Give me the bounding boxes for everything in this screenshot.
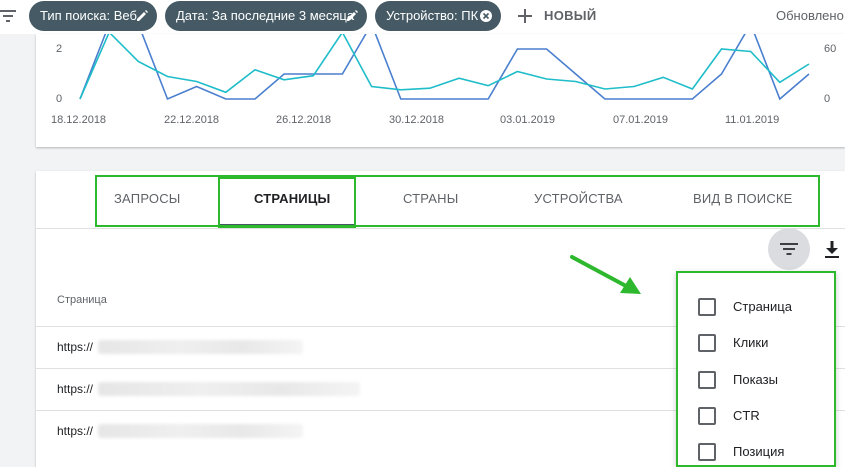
filter-list-icon[interactable] [0,9,16,23]
tabs-highlight-box [95,175,820,227]
checkbox[interactable] [698,334,716,352]
chart-series-line-0 [79,34,810,101]
checkbox[interactable] [698,407,716,425]
column-option-label: CTR [733,408,760,423]
chip-label: Устройство: ПК [386,8,479,23]
last-updated-text: Обновлено [776,8,844,23]
divider [36,228,845,229]
x-tick-label: 11.01.2019 [725,114,780,126]
checkbox[interactable] [698,371,716,389]
x-tick-label: 26.12.2018 [276,114,332,126]
x-tick-label: 22.12.2018 [164,114,220,126]
column-header-page[interactable]: Страница [57,294,107,306]
column-option-label: Клики [733,335,769,350]
checkbox[interactable] [698,298,716,316]
column-option-label: Позиция [733,444,785,459]
y-left-tick-top: 2 [56,43,63,55]
redacted-url-blur [98,340,303,354]
column-option-label: Страница [733,299,792,314]
x-tick-label: 07.01.2019 [613,114,669,126]
green-arrow-annotation [570,255,641,294]
page-url[interactable]: https:// [57,424,93,438]
y-right-tick-bottom: 0 [824,93,831,105]
filter-rows-button[interactable] [768,228,810,270]
x-tick-label: 30.12.2018 [389,114,445,126]
page-url[interactable]: https:// [57,340,93,354]
plus-icon [518,9,532,23]
close-circle-icon[interactable] [479,9,493,23]
page-url[interactable]: https:// [57,382,93,396]
new-filter-label: НОВЫЙ [544,8,597,23]
chip-date-range[interactable]: Дата: За последние 3 месяца [165,1,367,31]
filter-bar: Тип поиска: Веб Дата: За последние 3 мес… [0,0,845,34]
chip-search-type[interactable]: Тип поиска: Веб [29,1,157,31]
y-left-tick-bottom: 0 [56,93,63,105]
column-chooser-panel: Страница Клики Показы CTR Позиция [676,271,836,467]
redacted-url-blur [98,382,360,396]
chip-label: Тип поиска: Веб [40,8,137,23]
column-option-label: Показы [733,372,778,387]
chip-label: Дата: За последние 3 месяца [176,8,355,23]
redacted-url-blur [98,424,303,438]
x-tick-label: 18.12.2018 [51,114,107,126]
chip-device[interactable]: Устройство: ПК [375,1,501,31]
active-tab-highlight-box [218,177,356,228]
checkbox[interactable] [698,443,716,461]
x-tick-label: 03.01.2019 [500,114,556,126]
y-right-tick-top: 60 [824,43,837,55]
edit-icon[interactable] [345,9,359,23]
edit-icon[interactable] [135,9,149,23]
performance-chart-card: 2 0 60 0 18.12.2018 22.12.2018 26.12.201… [36,34,845,147]
download-icon[interactable] [824,241,840,259]
performance-chart [79,34,810,101]
filter-list-icon [780,243,798,255]
